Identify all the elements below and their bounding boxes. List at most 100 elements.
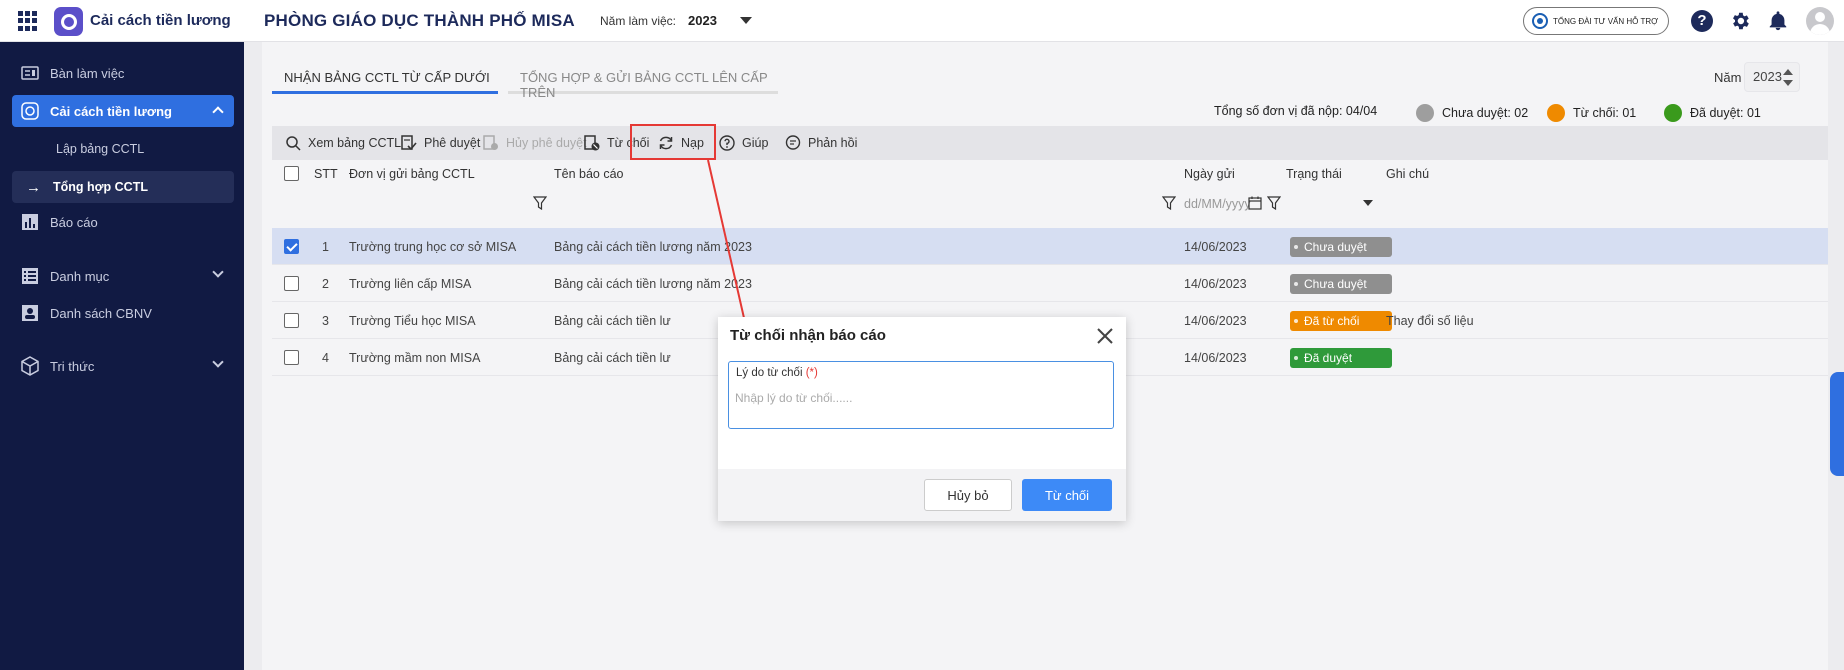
submitted-count: Tổng số đơn vị đã nộp: 04/04 (1214, 104, 1378, 118)
scrollbar-area (1828, 42, 1844, 670)
reject-reason-label: Lý do từ chối (*) (736, 367, 818, 379)
sidebar-nav: Bàn làm việc Cải cách tiền lương Lập bản… (0, 42, 244, 670)
avatar[interactable] (1806, 7, 1834, 35)
reject-report-dialog: Từ chối nhận báo cáo Lý do từ chối (*) H… (718, 317, 1126, 521)
row-unit: Trường Tiểu học MISA (349, 314, 476, 328)
sidebar-item-staff-list[interactable]: Danh sách CBNV (12, 297, 234, 329)
staff-icon (20, 304, 40, 322)
tab-receive-from-below[interactable]: NHẬN BẢNG CCTL TỪ CẤP DƯỚI (272, 64, 498, 94)
chevron-down-icon[interactable] (740, 17, 752, 24)
calendar-icon[interactable] (1248, 196, 1262, 210)
pending-text: Chưa duyệt: 02 (1442, 106, 1529, 120)
row-stt: 1 (322, 240, 329, 254)
help-button[interactable]: Giúp (718, 133, 768, 153)
pending-count: Chưa duyệt: 02 (1416, 104, 1528, 122)
reject-reason-input[interactable] (735, 388, 1105, 408)
app-name: Cải cách tiền lương (90, 12, 231, 29)
year-spinner-value: 2023 (1753, 69, 1782, 84)
app-grid-icon[interactable] (18, 11, 38, 31)
status-badge: Chưa duyệt (1290, 237, 1392, 257)
table-header: STT Đơn vị gửi bảng CCTL Tên báo cáo Ngà… (272, 160, 1828, 188)
sidebar-item-categories[interactable]: Danh mục (12, 260, 234, 292)
row-stt: 3 (322, 314, 329, 328)
dialog-footer: Hủy bỏ Từ chối (718, 469, 1126, 521)
feedback-button[interactable]: Phản hồi (784, 133, 857, 153)
support-hotline-button[interactable]: TỔNG ĐÀI TƯ VẤN HỖ TRỢ (1523, 7, 1669, 35)
filter-icon[interactable] (1267, 196, 1281, 210)
app-logo (54, 7, 83, 36)
phone-icon (1532, 13, 1548, 29)
row-checkbox[interactable] (284, 276, 299, 291)
select-all-checkbox[interactable] (284, 166, 299, 181)
sidebar-item-desk[interactable]: Bàn làm việc (12, 57, 234, 89)
row-report: Bảng cải cách tiền lư (554, 351, 671, 365)
row-report: Bảng cải cách tiền lương năm 2023 (554, 240, 752, 254)
row-date: 14/06/2023 (1184, 277, 1247, 291)
field-label-text: Lý do từ chối (736, 367, 803, 379)
row-date: 14/06/2023 (1184, 240, 1247, 254)
button-label: Phê duyệt (424, 136, 481, 150)
approve-doc-icon (400, 134, 418, 152)
sidebar-item-label: Danh sách CBNV (50, 305, 152, 321)
spin-up-icon[interactable] (1783, 69, 1793, 75)
filter-icon[interactable] (1162, 196, 1176, 210)
column-header: STT (314, 167, 338, 181)
confirm-reject-button[interactable]: Từ chối (1022, 479, 1112, 511)
button-label: Xem bảng CCTL (308, 136, 402, 150)
approved-count: Đã duyệt: 01 (1664, 104, 1761, 122)
approve-button[interactable]: Phê duyệt (400, 133, 480, 153)
table-row[interactable]: 1 Trường trung học cơ sở MISA Bảng cải c… (272, 228, 1828, 265)
sidebar-item-payroll-reform[interactable]: Cải cách tiền lương (12, 95, 234, 127)
cancel-button[interactable]: Hủy bỏ (924, 479, 1012, 511)
button-label: Hủy phê duyệt (506, 136, 587, 150)
year-filter-label: Năm (1714, 70, 1742, 85)
button-label: Phản hồi (808, 136, 858, 150)
row-checkbox[interactable] (284, 239, 299, 254)
reject-button-highlight (630, 124, 716, 160)
side-panel-toggle[interactable] (1830, 372, 1844, 476)
status-badge: Đã từ chối (1290, 311, 1392, 331)
row-note: Thay đổi số liệu (1386, 314, 1474, 328)
bell-icon[interactable] (1767, 10, 1789, 32)
button-label: Giúp (742, 136, 769, 150)
spin-down-icon[interactable] (1783, 80, 1793, 86)
sidebar-item-report[interactable]: Báo cáo (12, 206, 234, 238)
row-stt: 4 (322, 351, 329, 365)
sidebar-item-knowledge[interactable]: Tri thức (12, 350, 234, 382)
gear-icon[interactable] (1729, 10, 1751, 32)
reject-doc-icon (583, 134, 601, 152)
row-date: 14/06/2023 (1184, 314, 1247, 328)
column-header: Tên báo cáo (554, 167, 624, 181)
row-checkbox[interactable] (284, 350, 299, 365)
close-icon[interactable] (1094, 325, 1116, 347)
table-row[interactable]: 2 Trường liên cấp MISA Bảng cải cách tiề… (272, 265, 1828, 302)
sidebar-item-label: Cải cách tiền lương (50, 103, 172, 119)
status-filter-dropdown[interactable] (1363, 200, 1373, 206)
chevron-down-icon (212, 266, 224, 278)
tab-label: TỔNG HỢP & GỬI BẢNG CCTL LÊN CẤP TRÊN (520, 70, 768, 100)
sidebar-item-label: Danh mục (50, 268, 110, 284)
approved-dot (1664, 104, 1682, 122)
working-year-value[interactable]: 2023 (688, 13, 717, 28)
rejected-text: Từ chối: 01 (1573, 106, 1637, 120)
filter-icon[interactable] (533, 196, 547, 210)
view-table-button[interactable]: Xem bảng CCTL (284, 133, 401, 153)
filter-row: dd/MM/yyyy (272, 188, 1828, 218)
working-year-label: Năm làm việc: (600, 14, 677, 28)
status-badge: Chưa duyệt (1290, 274, 1392, 294)
chevron-up-icon (212, 106, 224, 118)
sidebar-subitem-summary[interactable]: → Tổng hợp CCTL (12, 171, 234, 203)
sidebar-subitem-create-table[interactable]: Lập bảng CCTL (12, 134, 234, 164)
help-icon[interactable]: ? (1691, 10, 1713, 32)
desk-icon (20, 64, 40, 82)
top-bar: Cải cách tiền lương PHÒNG GIÁO DỤC THÀNH… (0, 0, 1844, 42)
tab-summarize-send-up[interactable]: TỔNG HỢP & GỬI BẢNG CCTL LÊN CẤP TRÊN (508, 64, 778, 100)
year-spinner[interactable]: 2023 (1744, 62, 1800, 92)
row-checkbox[interactable] (284, 313, 299, 328)
question-icon (718, 134, 736, 152)
rejected-count: Từ chối: 01 (1547, 104, 1636, 122)
row-unit: Trường trung học cơ sở MISA (349, 240, 517, 254)
unapprove-button[interactable]: Hủy phê duyệt (482, 133, 587, 153)
toolbar: Xem bảng CCTL Phê duyệt Hủy phê duyệt Từ… (272, 126, 1828, 160)
row-report: Bảng cải cách tiền lư (554, 314, 671, 328)
